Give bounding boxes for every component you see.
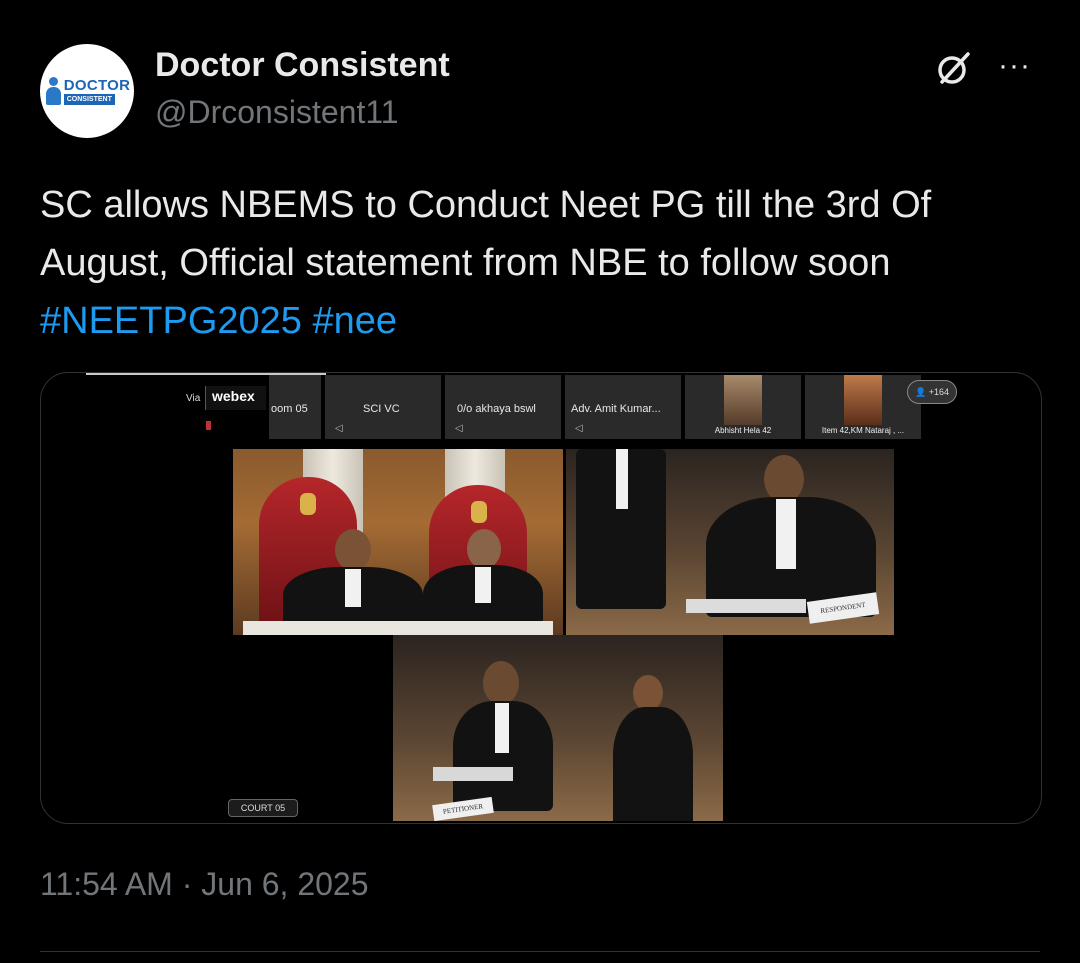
webex-logo: webex <box>205 386 266 410</box>
participant-video <box>844 375 882 425</box>
grok-icon[interactable] <box>934 48 974 88</box>
avatar[interactable]: DOCTOR CONSISTENT <box>40 44 134 138</box>
mic-muted-icon <box>206 421 211 430</box>
participant-label: oom 05 <box>271 403 308 415</box>
lectern <box>686 599 806 613</box>
court-emblem <box>471 501 487 523</box>
participant-label: SCI VC <box>363 403 400 415</box>
speaker-icon: ◁ <box>455 423 463 434</box>
webex-label: webex <box>212 388 255 404</box>
court-label: COURT 05 <box>240 803 286 813</box>
post-timestamp[interactable]: 11:54 AM · Jun 6, 2025 <box>40 866 369 903</box>
petitioner-sign: PETITIONER <box>432 796 494 821</box>
respondent-video-pane: RESPONDENT <box>566 449 894 635</box>
logo-text-top: DOCTOR <box>63 76 131 94</box>
author-handle[interactable]: @Drconsistent11 <box>155 94 399 131</box>
participant-label: 0/o akhaya bswl <box>457 403 536 415</box>
participant-tile: 0/o akhaya bswl ◁ <box>445 375 561 439</box>
participant-count: +164 <box>928 387 949 397</box>
participant-count-badge: 👤 +164 <box>907 380 957 404</box>
speaker-icon: ◁ <box>335 423 343 434</box>
court-label-badge: COURT 05 <box>228 799 298 817</box>
hashtag-nee[interactable]: #nee <box>312 300 397 342</box>
court-emblem <box>300 493 316 515</box>
post-text: SC allows NBEMS to Conduct Neet PG till … <box>40 176 1040 350</box>
participant-tile: oom 05 <box>269 375 321 439</box>
bench-desk <box>243 621 553 635</box>
video-media[interactable]: Via webex oom 05 SCI VC ◁ 0/o akhaya bsw… <box>40 372 1042 824</box>
doctor-consistent-logo: DOCTOR CONSISTENT <box>44 77 131 105</box>
hashtag-line: #NEETPG2025 #nee <box>40 292 1040 350</box>
participant-label: Adv. Amit Kumar... <box>571 403 661 415</box>
participant-tile: SCI VC ◁ <box>325 375 441 439</box>
speaker-icon: ◁ <box>575 423 583 434</box>
doctor-figure-icon <box>44 77 62 105</box>
via-label: Via <box>186 393 201 404</box>
hashtag-neetpg2025[interactable]: #NEETPG2025 <box>40 300 302 342</box>
lectern <box>433 767 513 781</box>
more-icon[interactable]: ··· <box>998 51 1031 81</box>
participant-label: Item 42,KM Nataraj , ... <box>821 426 905 435</box>
participant-video <box>724 375 762 425</box>
logo-text-bottom: CONSISTENT <box>63 93 115 105</box>
participant-tile: Adv. Amit Kumar... ◁ <box>565 375 681 439</box>
post-text-line-2: August, Official statement from NBE to f… <box>40 242 891 284</box>
judges-video-pane <box>233 449 563 635</box>
participant-tile: Abhisht Hela 42 <box>685 375 801 439</box>
post-text-line-1: SC allows NBEMS to Conduct Neet PG till … <box>40 184 932 226</box>
author-name[interactable]: Doctor Consistent <box>155 46 450 85</box>
petitioner-video-pane: PETITIONER <box>393 635 723 821</box>
participant-label: Abhisht Hela 42 <box>714 426 772 435</box>
divider <box>40 951 1040 952</box>
participant-tile: Item 42,KM Nataraj , ... <box>805 375 921 439</box>
